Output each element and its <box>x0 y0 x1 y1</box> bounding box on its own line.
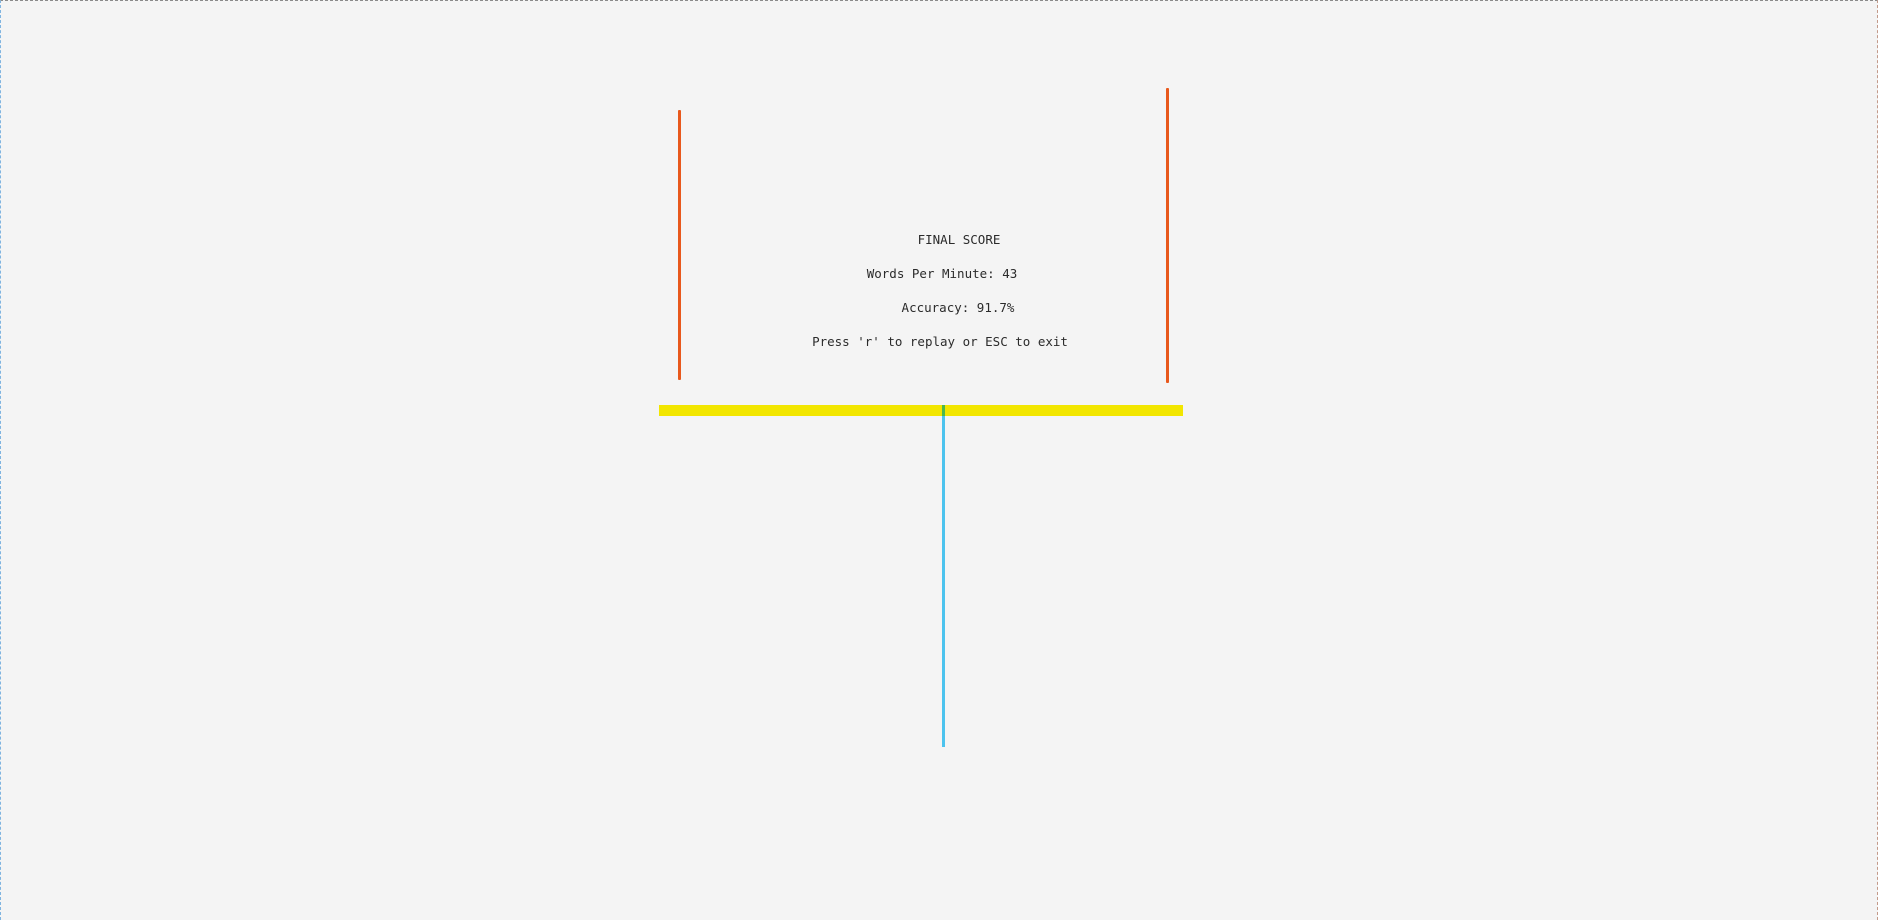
goalpost-stem <box>942 416 945 747</box>
game-canvas[interactable]: FINAL SCORE Words Per Minute: 43 Accurac… <box>0 0 1878 920</box>
words-per-minute: Words Per Minute: 43 <box>866 266 1018 281</box>
accuracy: Accuracy: 91.7% <box>901 300 1015 315</box>
replay-exit-hint: Press 'r' to replay or ESC to exit <box>812 334 1068 349</box>
final-score-title: FINAL SCORE <box>917 232 1001 247</box>
crossbar <box>659 405 1183 416</box>
crossbar-center-marker <box>942 405 945 416</box>
